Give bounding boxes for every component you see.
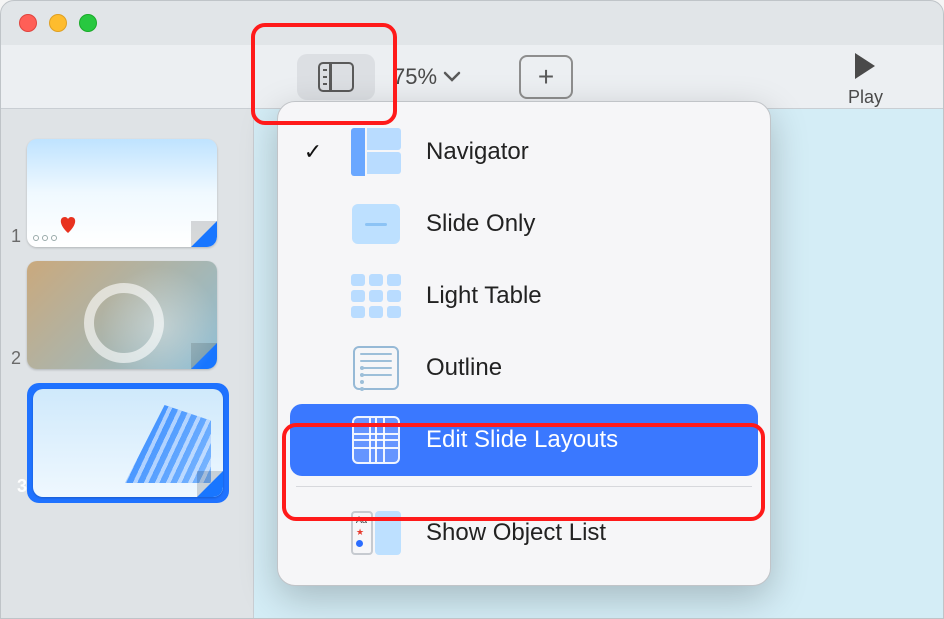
menu-item-label: Show Object List	[426, 519, 606, 547]
transition-fold-icon	[191, 221, 217, 247]
view-panel-icon	[318, 62, 354, 92]
menu-item-label: Outline	[426, 354, 502, 382]
zoom-window-button[interactable]	[79, 14, 97, 32]
add-slide-button[interactable]: +	[519, 55, 573, 99]
transition-fold-icon	[197, 471, 223, 497]
traffic-lights	[19, 14, 97, 32]
zoom-dropdown[interactable]: 75%	[393, 64, 461, 90]
slide-only-icon	[350, 198, 402, 250]
zoom-value: 75%	[393, 64, 437, 90]
play-label: Play	[848, 87, 883, 108]
checkmark-icon: ✓	[300, 139, 326, 165]
view-mode-menu: ✓ Navigator Slide Only Light Table Outli…	[277, 101, 771, 586]
menu-item-navigator[interactable]: ✓ Navigator	[290, 116, 758, 188]
slide-number: 3	[17, 476, 27, 497]
light-table-icon	[350, 270, 402, 322]
plus-icon: +	[538, 61, 554, 93]
view-mode-button[interactable]	[297, 54, 375, 100]
menu-separator	[296, 486, 752, 487]
menu-item-slide-only[interactable]: Slide Only	[290, 188, 758, 260]
minimize-window-button[interactable]	[49, 14, 67, 32]
menu-item-label: Edit Slide Layouts	[426, 426, 618, 454]
menu-item-label: Slide Only	[426, 210, 535, 238]
slide-thumbnail-row[interactable]: 1	[11, 139, 243, 247]
navigator-icon	[350, 126, 402, 178]
slide-number: 1	[11, 226, 21, 247]
slide-thumbnail-row[interactable]: 2	[11, 261, 243, 369]
menu-item-label: Light Table	[426, 282, 542, 310]
menu-item-edit-slide-layouts[interactable]: Edit Slide Layouts	[290, 404, 758, 476]
toolbar: 75% + Play	[1, 45, 943, 109]
edit-layouts-icon	[350, 414, 402, 466]
transition-fold-icon	[191, 343, 217, 369]
object-list-icon: Aa★	[350, 507, 402, 559]
menu-item-light-table[interactable]: Light Table	[290, 260, 758, 332]
play-icon	[855, 53, 875, 79]
toolbar-left-group: 75% +	[1, 54, 573, 100]
menu-item-label: Navigator	[426, 138, 529, 166]
build-indicator-icon	[33, 235, 57, 241]
titlebar	[1, 1, 943, 45]
slide-thumbnail-row[interactable]: 3	[11, 383, 243, 503]
slide-number: 2	[11, 348, 21, 369]
keynote-window: 75% + Play 1 2	[0, 0, 944, 619]
slide-navigator: 1 2 3	[1, 109, 253, 618]
slide-thumbnail[interactable]	[33, 389, 223, 497]
heart-icon	[57, 215, 79, 235]
chevron-down-icon	[443, 71, 461, 83]
outline-icon	[350, 342, 402, 394]
menu-item-show-object-list[interactable]: Aa★ Show Object List	[290, 497, 758, 569]
slide-thumbnail[interactable]	[27, 261, 217, 369]
slide-thumbnail[interactable]	[27, 139, 217, 247]
menu-item-outline[interactable]: Outline	[290, 332, 758, 404]
close-window-button[interactable]	[19, 14, 37, 32]
play-button[interactable]: Play	[848, 53, 883, 108]
